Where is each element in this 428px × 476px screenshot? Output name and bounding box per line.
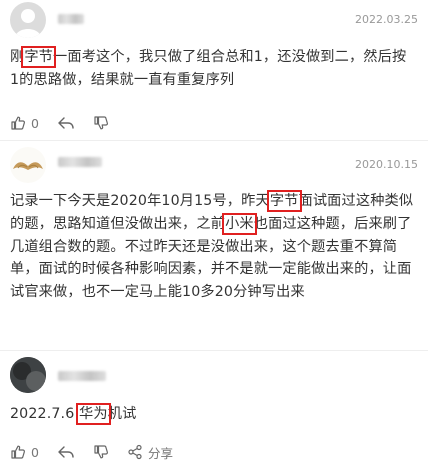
avatar[interactable] bbox=[10, 147, 46, 183]
username[interactable] bbox=[58, 157, 102, 167]
comment-actions: 0 分享 bbox=[10, 441, 191, 463]
avatar[interactable] bbox=[10, 2, 46, 38]
thumbs-down-icon bbox=[94, 445, 108, 459]
highlighted-keyword: 字节 bbox=[21, 46, 56, 68]
highlighted-keyword: 小米 bbox=[222, 212, 257, 235]
like-button[interactable]: 0 bbox=[10, 444, 39, 460]
reply-button[interactable] bbox=[57, 444, 75, 460]
photo-avatar-icon bbox=[10, 357, 46, 393]
highlighted-keyword: 字节 bbox=[266, 190, 302, 212]
comment-text: 记录一下今天是2020年10月15号，昨天字节面试面过这种类似的题，思路知道但没… bbox=[10, 190, 415, 304]
share-button[interactable]: 分享 bbox=[127, 443, 173, 462]
comment-actions: 0 bbox=[10, 112, 127, 134]
comment-text-part: 2022.7.6 bbox=[10, 406, 80, 422]
comment-text-part: 机试 bbox=[107, 406, 137, 422]
dislike-button[interactable] bbox=[93, 115, 109, 131]
thumbs-down-icon bbox=[94, 116, 108, 130]
comment-text: 2022.7.6 华为机试 bbox=[10, 403, 415, 426]
mustache-avatar-icon bbox=[10, 147, 46, 183]
avatar[interactable] bbox=[10, 357, 46, 393]
thumbs-up-icon bbox=[11, 116, 25, 130]
reply-arrow-icon bbox=[58, 446, 74, 458]
comment-1: 2022.03.25 刚字节一面考这个，我只做了组合总和1，还没做到二，然后按1… bbox=[0, 0, 428, 140]
like-count: 0 bbox=[31, 115, 39, 131]
reply-arrow-icon bbox=[58, 117, 74, 129]
reply-button[interactable] bbox=[57, 115, 75, 131]
comment-2: 2020.10.15 记录一下今天是2020年10月15号，昨天字节面试面过这种… bbox=[0, 141, 428, 350]
share-icon bbox=[128, 444, 142, 460]
default-avatar-icon bbox=[15, 9, 41, 38]
comment-text-part: 一面考这个，我只做了组合总和1，还没做到二，然后按1的思路做，结果就一直有重复序… bbox=[10, 49, 407, 88]
comment-text-part: 刚 bbox=[10, 49, 25, 65]
like-button[interactable]: 0 bbox=[10, 115, 39, 131]
comment-text: 刚字节一面考这个，我只做了组合总和1，还没做到二，然后按1的思路做，结果就一直有… bbox=[10, 46, 415, 92]
highlighted-keyword: 华为 bbox=[76, 403, 111, 425]
username[interactable] bbox=[58, 14, 84, 24]
like-count: 0 bbox=[31, 444, 39, 460]
comment-date: 2022.03.25 bbox=[355, 13, 418, 26]
thumbs-up-icon bbox=[11, 445, 25, 459]
comment-date: 2020.10.15 bbox=[355, 158, 418, 171]
dislike-button[interactable] bbox=[93, 444, 109, 460]
comment-text-part: 记录一下今天是2020年10月15号，昨天 bbox=[10, 193, 270, 209]
share-label: 分享 bbox=[147, 445, 173, 461]
comment-3: 2022.7.6 华为机试 0 分享 bbox=[0, 351, 428, 476]
username[interactable] bbox=[58, 371, 106, 381]
